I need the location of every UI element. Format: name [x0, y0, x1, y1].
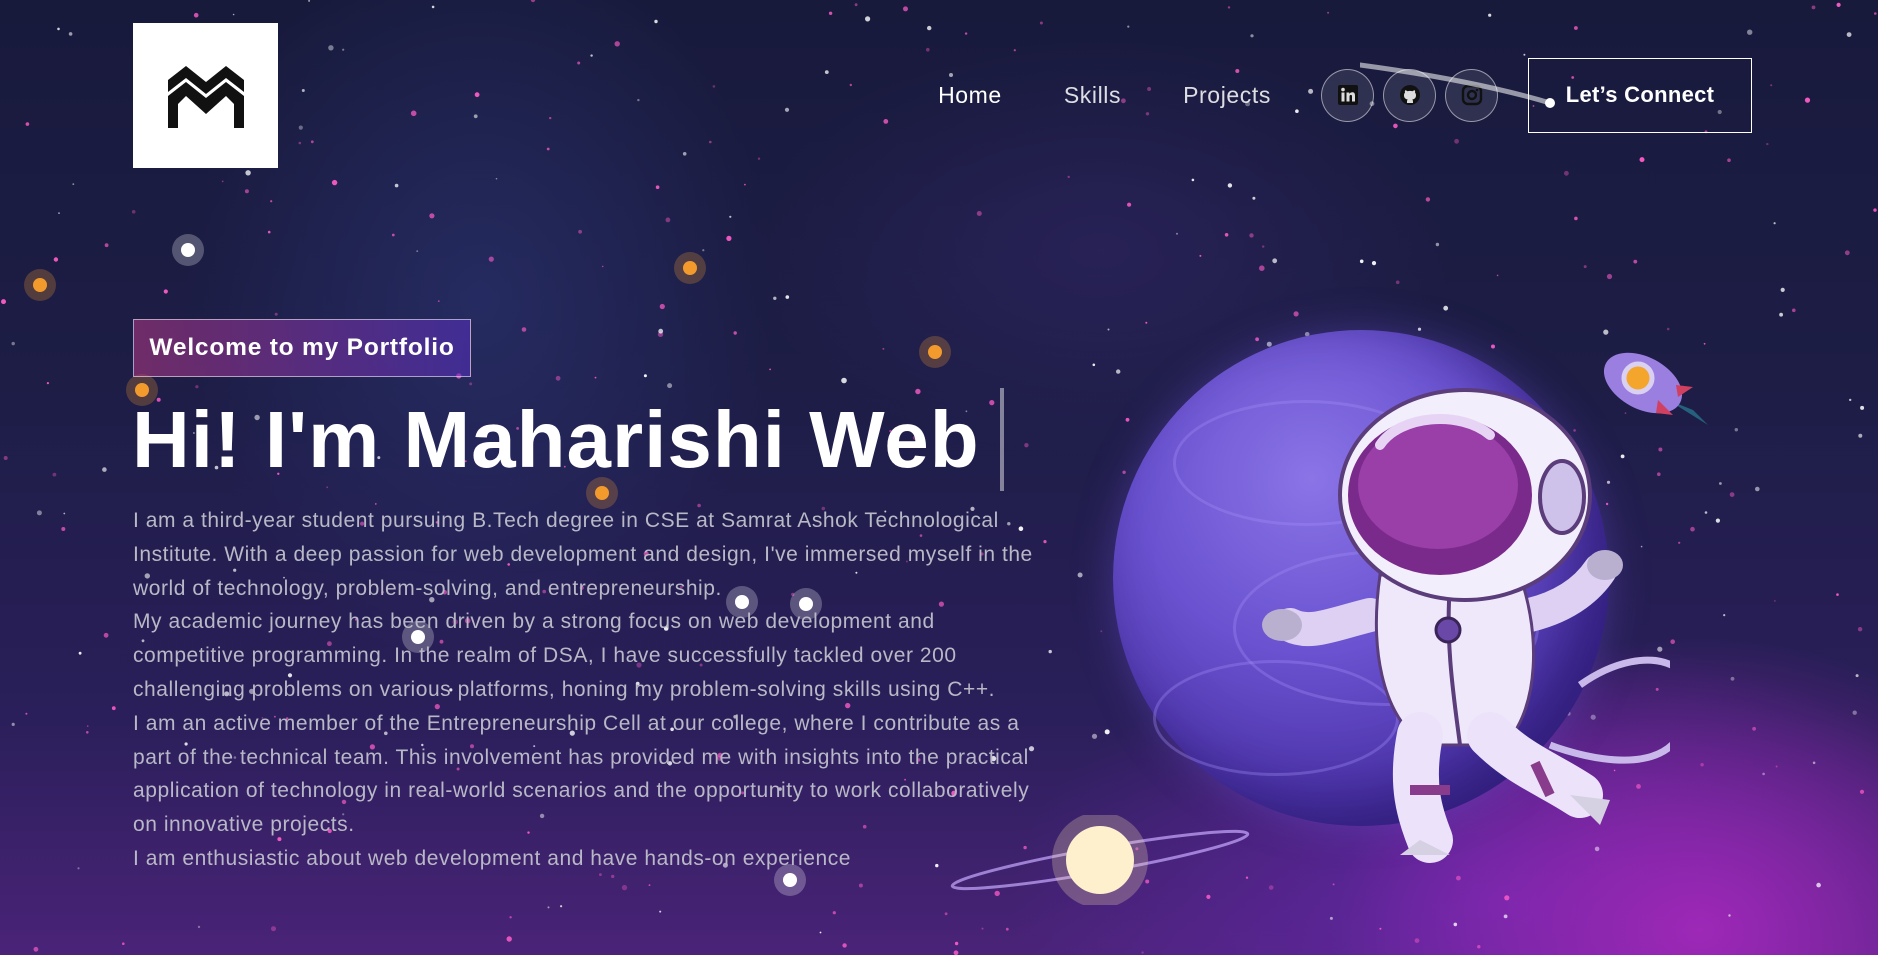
bio-paragraph: My academic journey has been driven by a… [133, 610, 996, 701]
portfolio-page: Home Skills Projects Let’s Connect Welco… [0, 0, 1878, 955]
nav-link-home[interactable]: Home [938, 82, 1002, 109]
bio-text: I am a third-year student pursuing B.Tec… [133, 504, 1033, 876]
comet-streak [1360, 62, 1555, 108]
welcome-tagline: Welcome to my Portfolio [133, 319, 471, 377]
nav-link-skills[interactable]: Skills [1064, 82, 1121, 109]
rocket-illustration [1603, 352, 1708, 425]
bio-paragraph: I am a third-year student pursuing B.Tec… [133, 509, 1033, 600]
bio-paragraph: I am enthusiastic about web development … [133, 846, 852, 870]
hero-headline: Hi! I'm Maharishi Web [132, 395, 980, 484]
typing-cursor [1000, 388, 1004, 491]
nav-link-projects[interactable]: Projects [1183, 82, 1271, 109]
linkedin-icon [1337, 85, 1358, 105]
astronaut-illustration [1262, 388, 1670, 863]
lets-connect-button[interactable]: Let’s Connect [1528, 57, 1752, 133]
main-navigation: Home Skills Projects Let’s Connect [938, 56, 1752, 134]
glowing-planet-illustration [950, 815, 1250, 905]
site-logo[interactable] [133, 23, 278, 168]
mm-logo-icon [167, 65, 244, 128]
bio-paragraph: I am an active member of the Entrepreneu… [133, 711, 1030, 837]
